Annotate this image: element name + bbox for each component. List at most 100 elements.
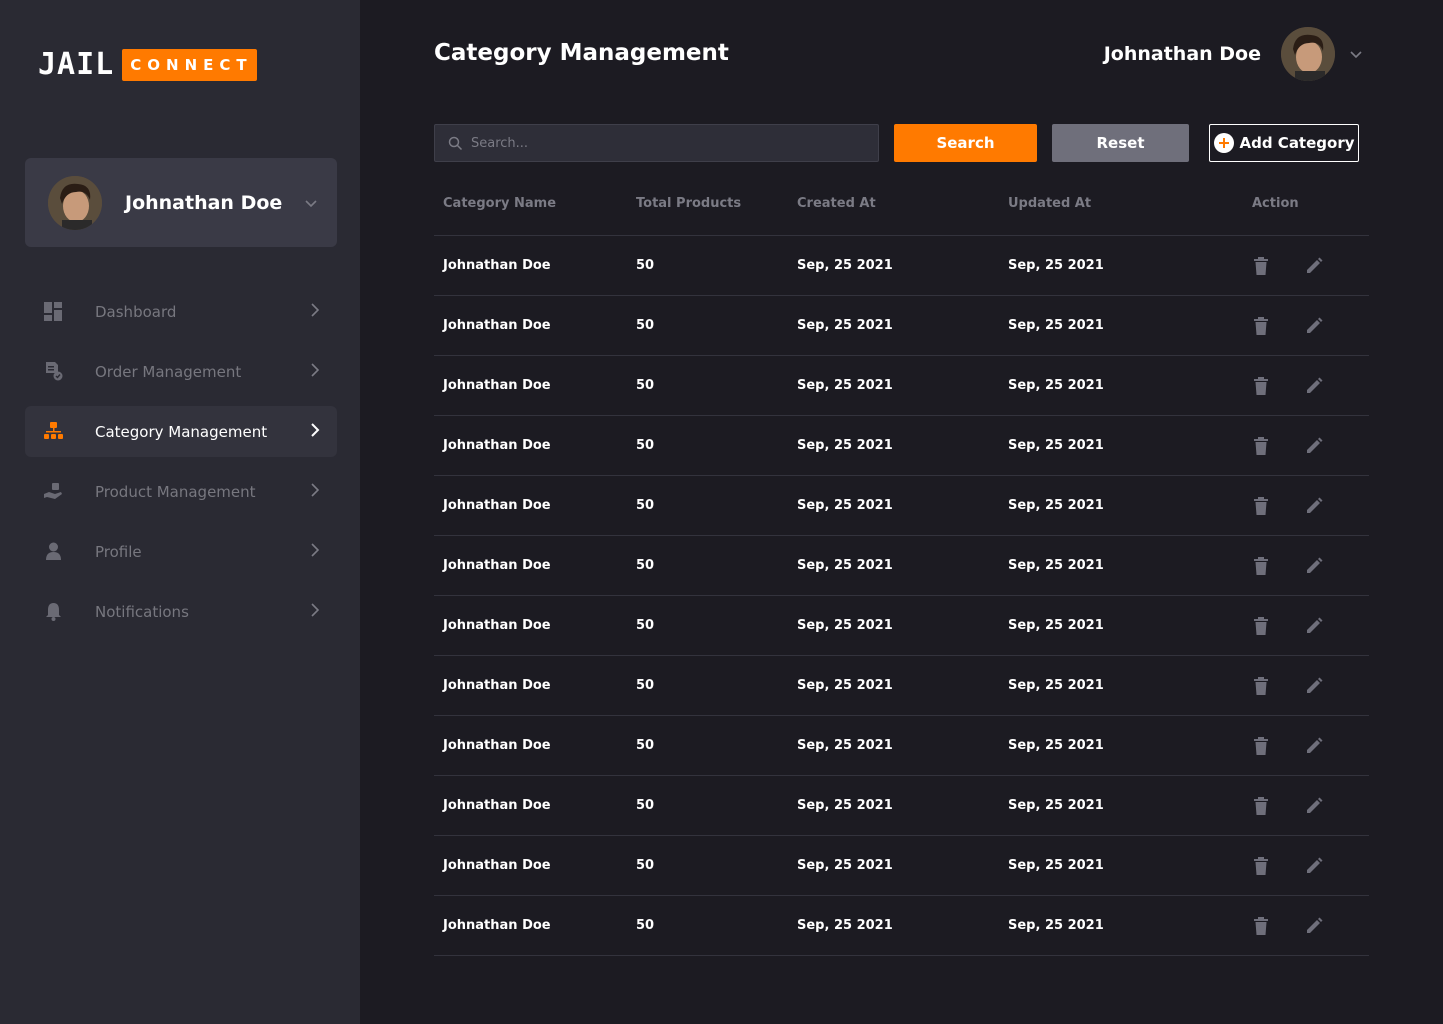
pencil-icon[interactable] (1304, 316, 1324, 336)
cell-category-name: Johnathan Doe (443, 678, 551, 693)
cell-total-products: 50 (636, 618, 655, 633)
chevron-right-icon (311, 303, 320, 317)
trash-icon[interactable] (1251, 556, 1271, 576)
pencil-icon[interactable] (1304, 736, 1324, 756)
trash-icon[interactable] (1251, 676, 1271, 696)
page-title: Category Management (434, 40, 729, 66)
sidebar-item-label: Order Management (95, 362, 242, 381)
user-icon (43, 542, 63, 562)
sidebar-item-product-management[interactable]: Product Management (25, 466, 337, 517)
trash-icon[interactable] (1251, 856, 1271, 876)
cell-created-at: Sep, 25 2021 (797, 258, 893, 273)
cell-total-products: 50 (636, 858, 655, 873)
trash-icon[interactable] (1251, 736, 1271, 756)
search-field[interactable] (434, 124, 879, 162)
cell-total-products: 50 (636, 498, 655, 513)
column-header[interactable]: Total Products (636, 196, 741, 211)
sidebar-item-category-management[interactable]: Category Management (25, 406, 337, 457)
add-category-button[interactable]: Add Category (1209, 124, 1359, 162)
cell-category-name: Johnathan Doe (443, 918, 551, 933)
trash-icon[interactable] (1251, 316, 1271, 336)
pencil-icon[interactable] (1304, 436, 1324, 456)
table-row[interactable]: Johnathan Doe 50 Sep, 25 2021 Sep, 25 2021 (434, 236, 1369, 296)
table-row[interactable]: Johnathan Doe 50 Sep, 25 2021 Sep, 25 2021 (434, 476, 1369, 536)
cell-total-products: 50 (636, 738, 655, 753)
trash-icon[interactable] (1251, 796, 1271, 816)
app-logo[interactable]: JAIL CONNECT (38, 48, 257, 82)
table-row[interactable]: Johnathan Doe 50 Sep, 25 2021 Sep, 25 2021 (434, 656, 1369, 716)
row-actions (1251, 256, 1324, 276)
avatar (1281, 27, 1335, 81)
row-actions (1251, 376, 1324, 396)
table-row[interactable]: Johnathan Doe 50 Sep, 25 2021 Sep, 25 2021 (434, 836, 1369, 896)
table-row[interactable]: Johnathan Doe 50 Sep, 25 2021 Sep, 25 2021 (434, 356, 1369, 416)
sidebar-item-label: Dashboard (95, 302, 177, 321)
cell-updated-at: Sep, 25 2021 (1008, 918, 1104, 933)
pencil-icon[interactable] (1304, 796, 1324, 816)
trash-icon[interactable] (1251, 256, 1271, 276)
table-row[interactable]: Johnathan Doe 50 Sep, 25 2021 Sep, 25 2021 (434, 596, 1369, 656)
cell-created-at: Sep, 25 2021 (797, 618, 893, 633)
chevron-down-icon[interactable] (1349, 47, 1363, 61)
cell-updated-at: Sep, 25 2021 (1008, 258, 1104, 273)
cell-updated-at: Sep, 25 2021 (1008, 798, 1104, 813)
header-user-menu[interactable]: Johnathan Doe (1104, 27, 1363, 81)
cell-updated-at: Sep, 25 2021 (1008, 378, 1104, 393)
cell-created-at: Sep, 25 2021 (797, 678, 893, 693)
add-category-label: Add Category (1239, 134, 1355, 152)
cell-updated-at: Sep, 25 2021 (1008, 858, 1104, 873)
column-header: Action (1252, 196, 1299, 211)
trash-icon[interactable] (1251, 376, 1271, 396)
chevron-right-icon (311, 423, 320, 437)
table-row[interactable]: Johnathan Doe 50 Sep, 25 2021 Sep, 25 2021 (434, 296, 1369, 356)
column-header[interactable]: Category Name (443, 196, 556, 211)
table-row[interactable]: Johnathan Doe 50 Sep, 25 2021 Sep, 25 2021 (434, 536, 1369, 596)
reset-button[interactable]: Reset (1052, 124, 1189, 162)
product-icon (43, 482, 63, 502)
sidebar-item-dashboard[interactable]: Dashboard (25, 286, 337, 337)
cell-category-name: Johnathan Doe (443, 378, 551, 393)
pencil-icon[interactable] (1304, 676, 1324, 696)
cell-total-products: 50 (636, 318, 655, 333)
cell-total-products: 50 (636, 378, 655, 393)
sidebar-item-profile[interactable]: Profile (25, 526, 337, 577)
pencil-icon[interactable] (1304, 916, 1324, 936)
pencil-icon[interactable] (1304, 496, 1324, 516)
chevron-right-icon (311, 543, 320, 557)
table-row[interactable]: Johnathan Doe 50 Sep, 25 2021 Sep, 25 2021 (434, 716, 1369, 776)
cell-category-name: Johnathan Doe (443, 318, 551, 333)
cell-updated-at: Sep, 25 2021 (1008, 438, 1104, 453)
trash-icon[interactable] (1251, 616, 1271, 636)
trash-icon[interactable] (1251, 496, 1271, 516)
sidebar-item-order-management[interactable]: Order Management (25, 346, 337, 397)
sidebar-item-label: Category Management (95, 422, 268, 441)
column-header[interactable]: Updated At (1008, 196, 1091, 211)
table-row[interactable]: Johnathan Doe 50 Sep, 25 2021 Sep, 25 2021 (434, 416, 1369, 476)
column-header[interactable]: Created At (797, 196, 876, 211)
search-button[interactable]: Search (894, 124, 1037, 162)
table-row[interactable]: Johnathan Doe 50 Sep, 25 2021 Sep, 25 2021 (434, 776, 1369, 836)
cell-category-name: Johnathan Doe (443, 798, 551, 813)
search-input[interactable] (471, 135, 851, 151)
trash-icon[interactable] (1251, 916, 1271, 936)
cell-created-at: Sep, 25 2021 (797, 498, 893, 513)
pencil-icon[interactable] (1304, 556, 1324, 576)
cell-updated-at: Sep, 25 2021 (1008, 498, 1104, 513)
sidebar-item-notifications[interactable]: Notifications (25, 586, 337, 637)
sidebar-profile-card[interactable]: Johnathan Doe (25, 158, 337, 247)
cell-created-at: Sep, 25 2021 (797, 558, 893, 573)
pencil-icon[interactable] (1304, 856, 1324, 876)
pencil-icon[interactable] (1304, 256, 1324, 276)
cell-created-at: Sep, 25 2021 (797, 378, 893, 393)
cell-total-products: 50 (636, 678, 655, 693)
chevron-down-icon[interactable] (304, 196, 318, 210)
table-row[interactable]: Johnathan Doe 50 Sep, 25 2021 Sep, 25 2021 (434, 896, 1369, 956)
pencil-icon[interactable] (1304, 376, 1324, 396)
category-icon (43, 422, 63, 442)
cell-created-at: Sep, 25 2021 (797, 858, 893, 873)
bell-icon (43, 602, 63, 622)
pencil-icon[interactable] (1304, 616, 1324, 636)
row-actions (1251, 736, 1324, 756)
trash-icon[interactable] (1251, 436, 1271, 456)
chevron-right-icon (311, 363, 320, 377)
